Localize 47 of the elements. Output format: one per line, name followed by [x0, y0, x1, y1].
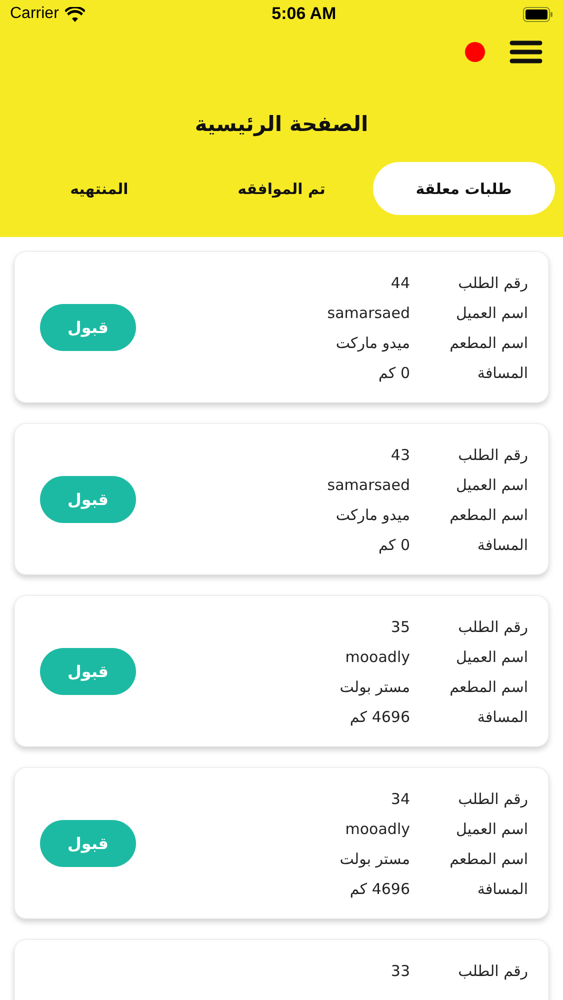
tab[interactable]: تم الموافقه [190, 162, 373, 215]
field-label: اسم المطعم [448, 849, 528, 870]
field-value: mooadly [344, 647, 410, 668]
field-label: رقم الطلب [457, 445, 528, 466]
field-label: رقم الطلب [457, 273, 528, 294]
field-label: رقم الطلب [457, 961, 528, 982]
clock-time: 5:06 AM [272, 4, 336, 24]
field-value: 0 كم [378, 535, 410, 556]
page-title: الصفحة الرئيسية [194, 112, 370, 136]
field-label: رقم الطلب [457, 789, 528, 810]
field-label: اسم المطعم [448, 505, 528, 526]
field-label: اسم العميل [454, 475, 528, 496]
accept-button[interactable]: قبول [40, 304, 136, 350]
field-value: ميدو ماركت [334, 505, 410, 526]
field-value: mooadly [344, 819, 410, 840]
field-value: 43 [390, 445, 410, 466]
field-label: رقم الطلب [457, 617, 528, 638]
field-label: المسافة [476, 879, 528, 900]
battery-icon [522, 6, 553, 22]
field-label: اسم العميل [454, 303, 528, 324]
field-value: ميدو ماركت [334, 333, 410, 354]
accept-button[interactable]: قبول [40, 476, 136, 522]
menu-icon[interactable] [509, 40, 543, 64]
field-label: المسافة [476, 535, 528, 556]
field-value: مستر بولت [340, 849, 410, 870]
wifi-icon [64, 6, 85, 22]
accept-button[interactable]: قبول [40, 820, 136, 866]
field-value: samarsaed [327, 303, 410, 324]
field-label: اسم العميل [454, 647, 528, 668]
field-label: المسافة [476, 707, 528, 728]
field-label: المسافة [476, 363, 528, 384]
field-value: 4696 كم [348, 879, 410, 900]
field-label: اسم العميل [454, 819, 528, 840]
field-value: samarsaed [327, 475, 410, 496]
field-value: 4696 كم [348, 707, 410, 728]
field-value: 34 [390, 789, 410, 810]
carrier-label: Carrier [10, 5, 59, 23]
field-value: 35 [390, 617, 410, 638]
field-value: مستر بولت [340, 677, 410, 698]
field-value: 44 [390, 273, 410, 294]
accept-button[interactable]: قبول [40, 648, 136, 694]
tab[interactable]: طلبات معلقة [372, 162, 555, 215]
field-value: 33 [390, 961, 410, 982]
field-value: 0 كم [378, 363, 410, 384]
field-label: اسم المطعم [448, 677, 528, 698]
tab[interactable]: المنتهيه [8, 162, 190, 215]
field-label: اسم المطعم [448, 333, 528, 354]
